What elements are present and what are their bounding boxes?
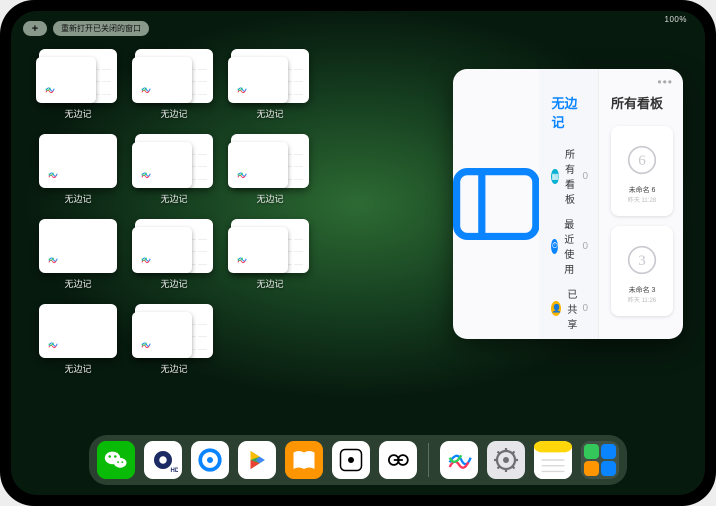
- window-label: 无边记: [256, 192, 283, 205]
- window-thumb[interactable]: 无边记: [39, 219, 117, 290]
- board-card[interactable]: 3未命名 3昨天 11:26: [611, 226, 673, 316]
- app-preview-panel[interactable]: ••• 无边记 ▦所有看板0⏱最近使用0👤已共享0♥个人收藏0 所有看板 6未命…: [453, 69, 683, 339]
- window-label: 无边记: [256, 107, 283, 120]
- status-bar: 100%: [665, 15, 687, 24]
- ellipsis-icon[interactable]: •••: [657, 75, 673, 89]
- panel-app-title: 无边记: [551, 93, 588, 131]
- category-row[interactable]: ▦所有看板0: [551, 141, 588, 211]
- svg-text:3: 3: [638, 253, 646, 269]
- dock-wechat-icon[interactable]: [97, 441, 135, 479]
- sidebar-icon[interactable]: [453, 69, 539, 339]
- panel-section-title: 所有看板: [611, 93, 673, 112]
- window-thumb[interactable]: 无边记: [39, 304, 117, 375]
- dock-notes-icon[interactable]: [534, 441, 572, 479]
- window-thumb[interactable]: 无边记: [135, 49, 213, 120]
- dock-books-icon[interactable]: [285, 441, 323, 479]
- window-thumb[interactable]: 无边记: [39, 134, 117, 205]
- dock-dice-icon[interactable]: [332, 441, 370, 479]
- board-card[interactable]: 6未命名 6昨天 11:28: [611, 126, 673, 216]
- window-thumb[interactable]: 无边记: [231, 49, 309, 120]
- dock-freeform-icon[interactable]: [440, 441, 478, 479]
- category-row[interactable]: ⏱最近使用0: [551, 211, 588, 281]
- top-controls: + 重新打开已关闭的窗口: [23, 21, 149, 36]
- reopen-closed-window-button[interactable]: 重新打开已关闭的窗口: [53, 21, 149, 36]
- window-thumb[interactable]: 无边记: [135, 134, 213, 205]
- window-label: 无边记: [256, 277, 283, 290]
- plus-icon: +: [32, 23, 38, 35]
- window-label: 无边记: [160, 107, 187, 120]
- window-thumb[interactable]: 无边记: [39, 49, 117, 120]
- window-label: 无边记: [160, 277, 187, 290]
- dock-settings-icon[interactable]: [487, 441, 525, 479]
- battery-text: 100%: [665, 15, 687, 24]
- window-label: 无边记: [160, 192, 187, 205]
- dock-camera-video-icon[interactable]: [379, 441, 417, 479]
- window-label: 无边记: [160, 362, 187, 375]
- dock-app-library-icon[interactable]: [581, 441, 619, 479]
- ipad-frame: 100% + 重新打开已关闭的窗口 无边记无边记无边记无边记无边记无边记无边记无…: [0, 0, 716, 506]
- dock-separator: [428, 443, 429, 477]
- window-thumb[interactable]: 无边记: [135, 219, 213, 290]
- dock-quark-icon[interactable]: [191, 441, 229, 479]
- svg-text:6: 6: [638, 153, 646, 169]
- window-grid: 无边记无边记无边记无边记无边记无边记无边记无边记无边记无边记无边记: [39, 49, 405, 375]
- dock-quark-hd-icon[interactable]: HD: [144, 441, 182, 479]
- new-window-button[interactable]: +: [23, 21, 47, 36]
- screen: 100% + 重新打开已关闭的窗口 无边记无边记无边记无边记无边记无边记无边记无…: [11, 11, 705, 495]
- window-label: 无边记: [64, 192, 91, 205]
- window-label: 无边记: [64, 277, 91, 290]
- window-label: 无边记: [64, 362, 91, 375]
- category-row[interactable]: 👤已共享0: [551, 281, 588, 336]
- dock: HD: [89, 435, 627, 485]
- window-thumb[interactable]: 无边记: [135, 304, 213, 375]
- window-label: 无边记: [64, 107, 91, 120]
- panel-content: 所有看板 6未命名 6昨天 11:28 3未命名 3昨天 11:26: [599, 69, 683, 339]
- window-thumb[interactable]: 无边记: [231, 219, 309, 290]
- dock-play-store-icon[interactable]: [238, 441, 276, 479]
- panel-sidebar: 无边记 ▦所有看板0⏱最近使用0👤已共享0♥个人收藏0: [539, 69, 599, 339]
- reopen-label: 重新打开已关闭的窗口: [61, 23, 141, 34]
- category-row[interactable]: ♥个人收藏0: [551, 336, 588, 339]
- window-thumb[interactable]: 无边记: [231, 134, 309, 205]
- svg-text:HD: HD: [171, 468, 179, 474]
